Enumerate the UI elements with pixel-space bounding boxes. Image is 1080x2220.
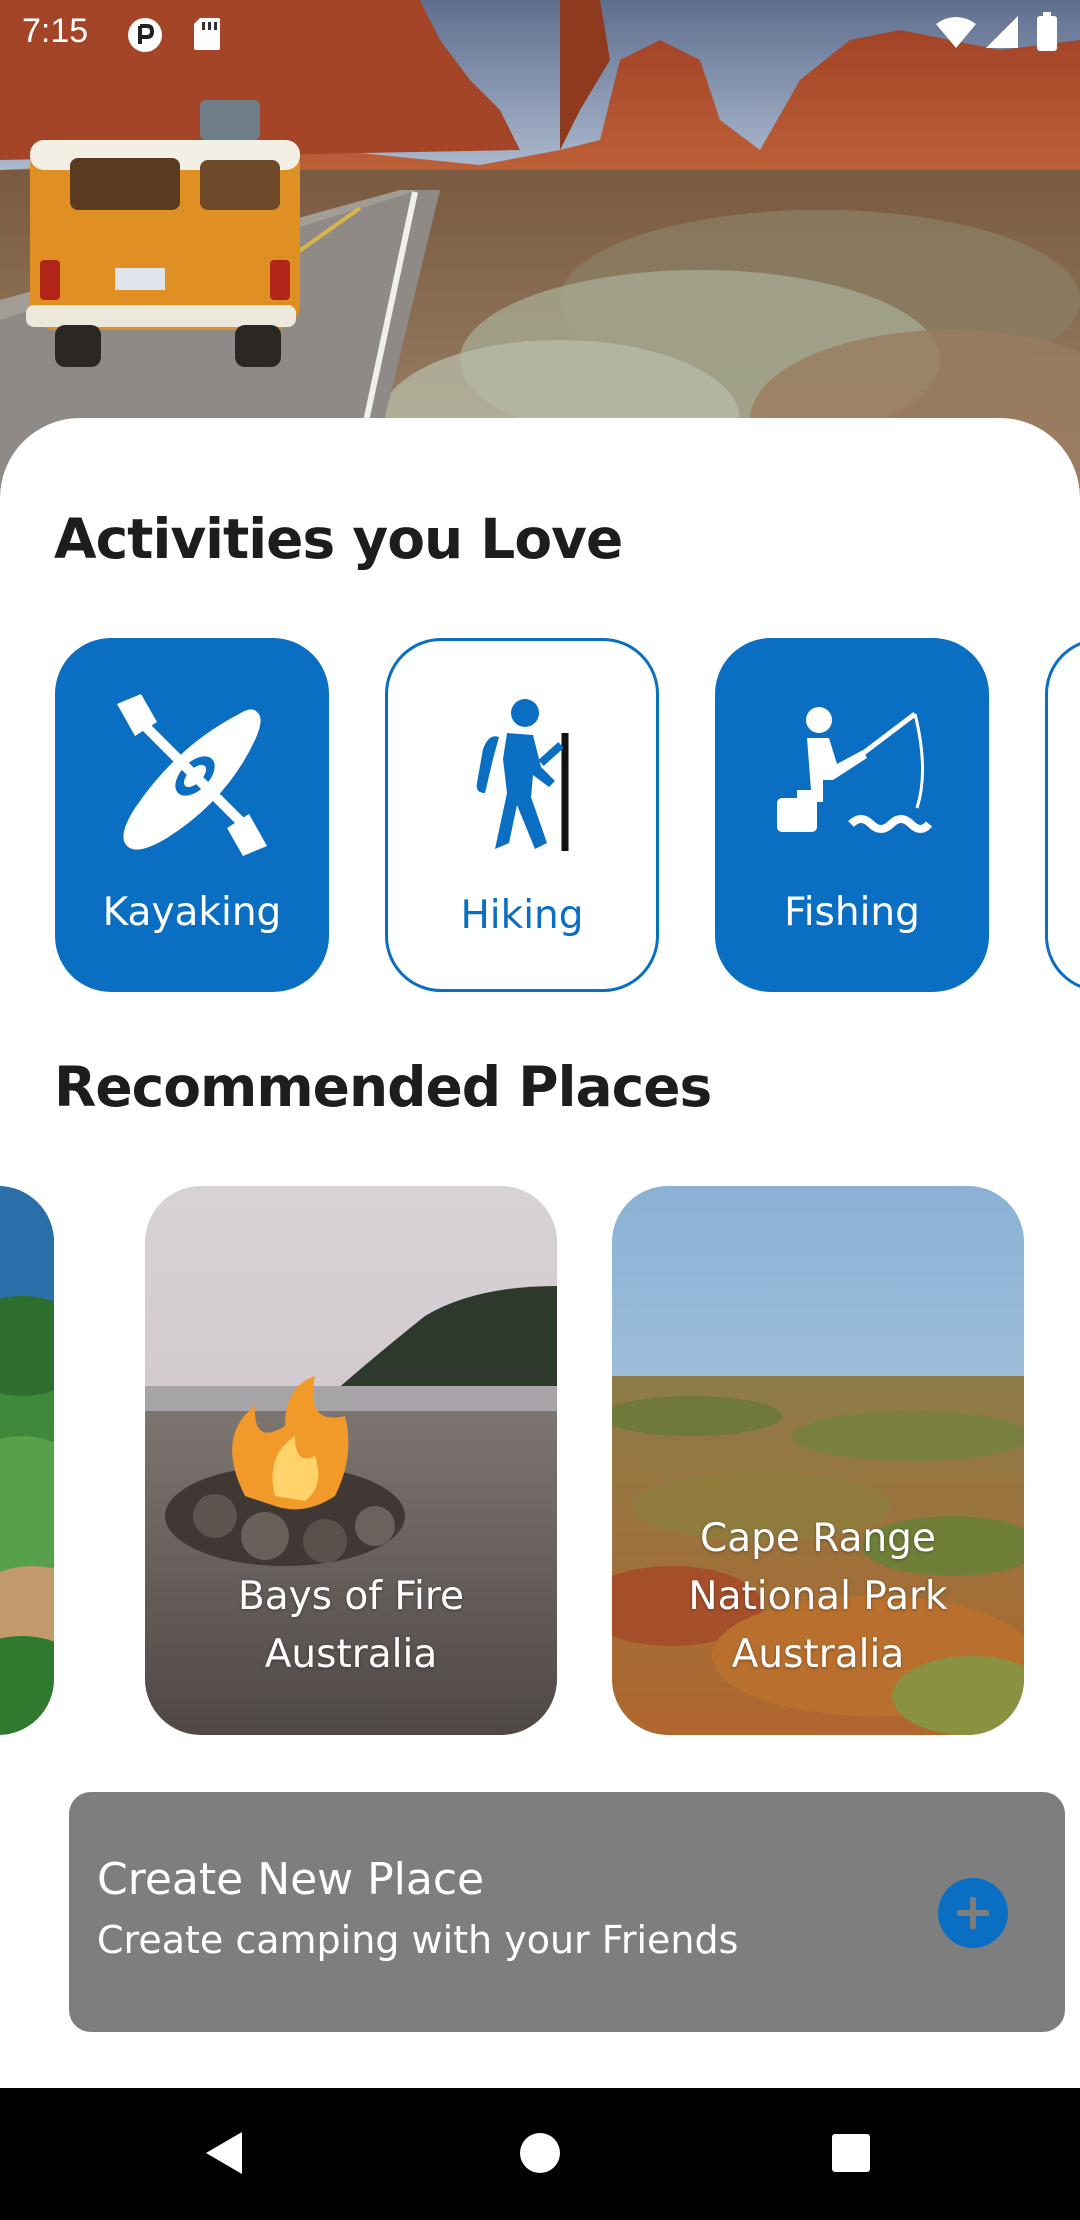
back-triangle-icon[interactable]	[200, 2128, 250, 2178]
place-label-line2: Australia	[264, 1632, 438, 1677]
place-card-cape-range[interactable]: Cape Range National Park Australia	[612, 1186, 1024, 1735]
activity-label: Kayaking	[102, 890, 282, 935]
activity-card-hiking[interactable]: Hiking	[385, 638, 659, 992]
place-label-line2: National Park	[688, 1574, 948, 1619]
add-place-button[interactable]	[938, 1878, 1008, 1948]
status-time: 7:15	[22, 12, 89, 50]
recommended-title: Recommended Places	[54, 1055, 712, 1119]
home-circle-icon[interactable]	[515, 2128, 565, 2178]
plus-icon	[957, 1897, 989, 1929]
cellular-signal-icon	[986, 16, 1018, 48]
place-image-forest	[0, 1186, 54, 1735]
activities-title: Activities you Love	[54, 507, 623, 571]
activity-card-kayaking[interactable]: Kayaking	[55, 638, 329, 992]
activity-label: Hiking	[460, 893, 584, 938]
activity-card-fishing[interactable]: Fishing	[715, 638, 989, 992]
place-label-line3: Australia	[731, 1632, 905, 1677]
status-bar: 7:15	[0, 0, 1080, 66]
activity-card-partial[interactable]	[1045, 638, 1080, 992]
app-screen: 7:15 Activities you Love Kayaking Hiking…	[0, 0, 1080, 2220]
navigation-bar	[0, 2088, 1080, 2220]
create-place-title: Create New Place	[97, 1854, 485, 1905]
create-place-subtitle: Create camping with your Friends	[97, 1918, 739, 1962]
kayak-icon	[117, 694, 267, 856]
place-card-bays-of-fire[interactable]: Bays of Fire Australia	[145, 1186, 557, 1735]
wifi-icon	[936, 17, 976, 48]
sd-card-icon	[194, 18, 220, 50]
recents-square-icon[interactable]	[826, 2128, 876, 2178]
place-label-line1: Cape Range	[700, 1516, 936, 1561]
place-card-partial[interactable]	[0, 1186, 54, 1735]
battery-icon	[1037, 12, 1057, 51]
hiker-icon	[476, 699, 569, 851]
activity-label: Fishing	[784, 890, 920, 935]
fishing-icon	[777, 707, 933, 833]
create-place-banner[interactable]: Create New Place Create camping with you…	[69, 1792, 1065, 2032]
place-label-line1: Bays of Fire	[237, 1574, 465, 1619]
notification-p-icon	[128, 18, 162, 52]
